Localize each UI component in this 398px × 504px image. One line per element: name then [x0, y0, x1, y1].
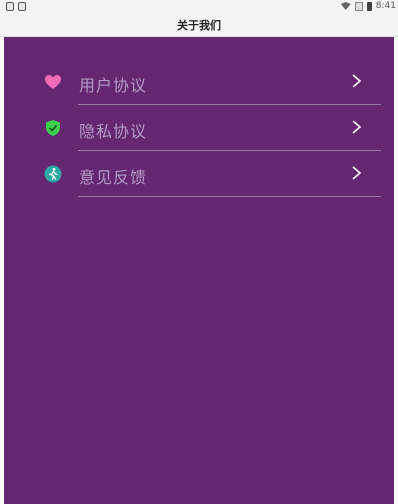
status-notification-icons — [6, 2, 26, 11]
notification-icon — [18, 2, 26, 11]
sim-icon — [354, 1, 363, 11]
chevron-right-icon — [350, 162, 364, 184]
status-bar: 8:41 — [0, 0, 398, 14]
page-title: 关于我们 — [177, 19, 221, 32]
title-bar: 关于我们 — [0, 14, 398, 37]
app-frame: 8:41 关于我们 用户协议 隐私协议 意见反馈 — [0, 0, 398, 504]
notification-icon — [6, 2, 14, 11]
status-time: 8:41 — [375, 1, 396, 11]
battery-icon — [366, 1, 372, 11]
status-indicators: 8:41 — [340, 1, 396, 11]
menu-item-user-agreement[interactable]: 用户协议 — [4, 59, 394, 105]
divider — [78, 196, 381, 197]
heart-icon — [44, 73, 62, 91]
chevron-right-icon — [350, 70, 364, 92]
about-us-content: 用户协议 隐私协议 意见反馈 — [4, 37, 394, 504]
menu-item-label: 用户协议 — [79, 76, 148, 95]
shield-check-icon — [44, 119, 62, 137]
menu-item-label: 意见反馈 — [79, 168, 148, 187]
menu-item-feedback[interactable]: 意见反馈 — [4, 151, 394, 197]
chevron-right-icon — [350, 116, 364, 138]
wifi-icon — [340, 2, 351, 10]
menu-item-privacy-agreement[interactable]: 隐私协议 — [4, 105, 394, 151]
menu-item-label: 隐私协议 — [79, 122, 148, 141]
walking-person-icon — [44, 165, 62, 183]
